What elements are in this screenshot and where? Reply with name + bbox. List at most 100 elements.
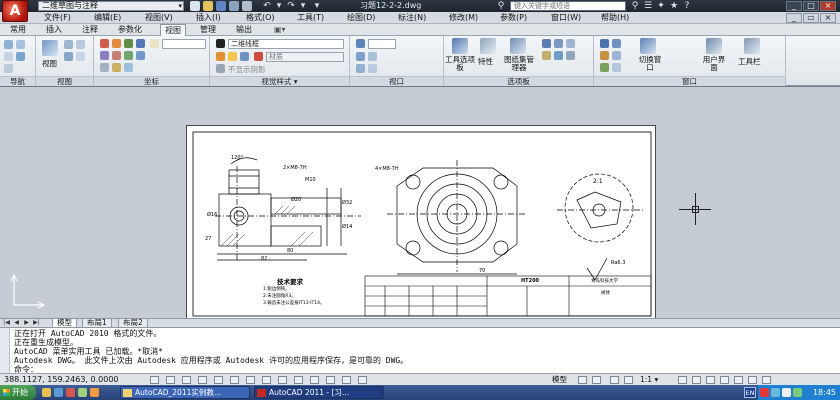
tab-manage[interactable]: 管理 bbox=[196, 24, 220, 36]
language-indicator[interactable]: EN bbox=[744, 387, 756, 398]
shadow-icon[interactable] bbox=[216, 64, 225, 73]
transparency-icon[interactable] bbox=[326, 376, 335, 384]
sheet-set-manager-icon[interactable] bbox=[510, 38, 526, 54]
steering-wheel-icon[interactable] bbox=[16, 40, 25, 49]
menu-parametric[interactable]: 参数(P) bbox=[500, 12, 527, 24]
object-snap-icon[interactable] bbox=[230, 376, 239, 384]
tab-home[interactable]: 常用 bbox=[6, 24, 30, 36]
ucs-z-icon[interactable] bbox=[136, 51, 145, 60]
properties-icon[interactable] bbox=[480, 38, 496, 54]
command-line-icon[interactable] bbox=[542, 51, 551, 60]
tool-palettes-icon[interactable] bbox=[452, 38, 468, 54]
search-input[interactable]: 键入关键字或短语 bbox=[510, 1, 626, 11]
doc-close-button[interactable]: × bbox=[820, 13, 836, 23]
ucs-face-icon[interactable] bbox=[124, 63, 133, 72]
start-button[interactable]: 开始 bbox=[0, 385, 36, 400]
search-icon[interactable]: ⚲ bbox=[630, 1, 640, 11]
help-icon[interactable]: ? bbox=[682, 1, 692, 11]
tab-annotate[interactable]: 注释 bbox=[78, 24, 102, 36]
switch-windows-icon[interactable] bbox=[640, 38, 656, 54]
material-color-icon[interactable] bbox=[254, 52, 263, 61]
sheet-set-manager-label[interactable]: 图纸集管理器 bbox=[502, 56, 536, 72]
security-icon[interactable] bbox=[793, 388, 802, 397]
undo-icon[interactable]: ↶ bbox=[262, 1, 272, 11]
object-snap-tracking-icon[interactable] bbox=[262, 376, 271, 384]
clock[interactable]: 18:45 bbox=[813, 385, 836, 400]
toolbar-lock-icon[interactable] bbox=[706, 376, 715, 384]
menu-view[interactable]: 视图(V) bbox=[145, 12, 173, 24]
visual-style-dropdown[interactable]: 二维线框 bbox=[228, 39, 344, 49]
viewport-config-icon[interactable] bbox=[356, 39, 365, 48]
grid-display-icon[interactable] bbox=[182, 376, 191, 384]
drawing-canvas[interactable]: 120° 2×M8-7H M10 Ø20 Ø32 Ø14 Ø16 80 82 2… bbox=[0, 86, 840, 321]
viewport-split-icon[interactable] bbox=[368, 52, 377, 61]
ribbon-minimize-icon[interactable]: ▣▾ bbox=[270, 24, 290, 36]
tab-view[interactable]: 视图 bbox=[160, 24, 186, 36]
snap-mode-icon[interactable] bbox=[166, 376, 175, 384]
tab-insert[interactable]: 插入 bbox=[42, 24, 66, 36]
ucs-x-icon[interactable] bbox=[112, 51, 121, 60]
zoom-status-icon[interactable] bbox=[624, 376, 633, 384]
user-interface-label[interactable]: 用户界面 bbox=[700, 56, 728, 72]
viewport-clip-icon[interactable] bbox=[356, 64, 365, 73]
close-button[interactable]: × bbox=[820, 1, 836, 11]
quick-launch-icon[interactable] bbox=[42, 388, 51, 397]
viewport-dropdown[interactable] bbox=[368, 39, 396, 49]
tray-app-icon[interactable] bbox=[760, 388, 769, 397]
menu-draw[interactable]: 绘图(D) bbox=[347, 12, 375, 24]
view-button-label[interactable]: 视图 bbox=[42, 58, 57, 69]
undo-dropdown-icon[interactable]: ▾ bbox=[274, 1, 284, 11]
application-menu-button[interactable]: A bbox=[2, 0, 28, 22]
first-layout-icon[interactable]: |◀ bbox=[2, 319, 11, 327]
menu-dimension[interactable]: 标注(N) bbox=[398, 12, 426, 24]
3d-object-snap-icon[interactable] bbox=[246, 376, 255, 384]
tile-horizontal-icon[interactable] bbox=[612, 51, 621, 60]
menu-modify[interactable]: 修改(M) bbox=[449, 12, 478, 24]
annotation-visibility-icon[interactable] bbox=[678, 376, 687, 384]
workspace-switching-icon[interactable] bbox=[692, 376, 701, 384]
cascade-icon[interactable] bbox=[600, 51, 609, 60]
calculator-icon[interactable] bbox=[566, 39, 575, 48]
external-refs-icon[interactable] bbox=[566, 51, 575, 60]
ucs-y-icon[interactable] bbox=[124, 51, 133, 60]
maximize-button[interactable]: □ bbox=[803, 1, 819, 11]
ucs-dropdown[interactable] bbox=[162, 39, 206, 49]
menu-edit[interactable]: 编辑(E) bbox=[94, 12, 121, 24]
properties-label[interactable]: 特性 bbox=[478, 56, 493, 67]
switch-windows-label[interactable]: 切换窗口 bbox=[636, 56, 664, 72]
sun-icon[interactable] bbox=[228, 52, 237, 61]
ucs-object-icon[interactable] bbox=[112, 63, 121, 72]
selection-cycling-icon[interactable] bbox=[358, 376, 367, 384]
toolbars-label[interactable]: 工具栏 bbox=[738, 56, 761, 67]
last-layout-icon[interactable]: ▶| bbox=[32, 319, 41, 327]
ucs-world-icon[interactable] bbox=[112, 39, 121, 48]
binoculars-icon[interactable]: ⚲ bbox=[496, 1, 506, 11]
top-view-icon[interactable] bbox=[64, 40, 73, 49]
status-tray-menu-icon[interactable] bbox=[748, 376, 757, 384]
ortho-mode-icon[interactable] bbox=[198, 376, 207, 384]
taskbar-item-active[interactable]: AutoCAD 2011 - [习... bbox=[254, 386, 384, 399]
clean-screen-icon[interactable] bbox=[600, 39, 609, 48]
command-window[interactable]: 正在打开 AutoCAD 2010 格式的文件。 正在重生成模型。 AutoCA… bbox=[0, 327, 840, 374]
redo-icon[interactable]: ↷ bbox=[286, 1, 296, 11]
left-view-icon[interactable] bbox=[64, 52, 73, 61]
menu-file[interactable]: 文件(F) bbox=[44, 12, 71, 24]
quick-launch-icon[interactable] bbox=[66, 388, 75, 397]
tile-vertical-icon[interactable] bbox=[600, 63, 609, 72]
pan-icon[interactable] bbox=[610, 376, 619, 384]
polar-tracking-icon[interactable] bbox=[214, 376, 223, 384]
viewport-join-icon[interactable] bbox=[356, 52, 365, 61]
quick-view-layouts-icon[interactable] bbox=[578, 376, 587, 384]
showmotion-icon[interactable] bbox=[4, 64, 13, 73]
menu-help[interactable]: 帮助(H) bbox=[601, 12, 629, 24]
ucs-view-icon[interactable] bbox=[100, 63, 109, 72]
network-icon[interactable] bbox=[771, 388, 780, 397]
ucs-z-axis-icon[interactable] bbox=[136, 39, 145, 48]
communication-center-icon[interactable]: ✦ bbox=[656, 1, 666, 11]
minimize-button[interactable]: _ bbox=[786, 1, 802, 11]
named-ucs-icon[interactable] bbox=[150, 39, 159, 48]
ucs-icon[interactable] bbox=[100, 39, 109, 48]
view-cube-icon[interactable] bbox=[42, 40, 58, 56]
subscription-icon[interactable]: ☰ bbox=[643, 1, 653, 11]
lighting-icon[interactable] bbox=[216, 52, 225, 61]
